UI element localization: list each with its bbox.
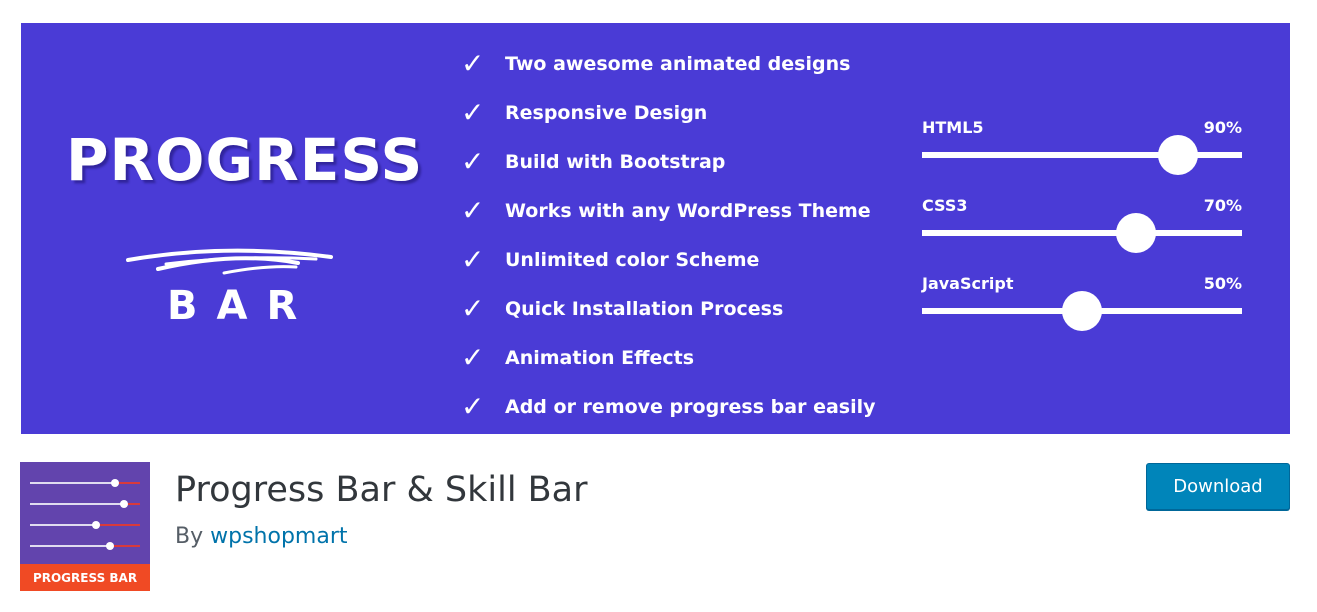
- feature-text: Responsive Design: [505, 101, 708, 124]
- feature-text: Quick Installation Process: [505, 297, 784, 320]
- feature-item: ✓ Unlimited color Scheme: [461, 235, 876, 284]
- skill-knob[interactable]: [1062, 291, 1102, 331]
- skill-bars: HTML5 90% CSS3 70% JavaScript 50%: [922, 118, 1242, 352]
- banner-logo-title: PROGRESS: [66, 126, 424, 194]
- feature-list: ✓ Two awesome animated designs ✓ Responsive…: [461, 39, 876, 431]
- skill-track: [922, 230, 1242, 236]
- skill-value: 70%: [1203, 196, 1242, 215]
- skill-header: HTML5 90%: [922, 118, 1242, 137]
- icon-bar-knob: [110, 479, 119, 487]
- feature-text: Works with any WordPress Theme: [505, 199, 871, 222]
- feature-item: ✓ Two awesome animated designs: [461, 39, 876, 88]
- skill-label: HTML5: [922, 118, 984, 137]
- check-icon: ✓: [461, 390, 485, 423]
- icon-bar-knob: [92, 521, 100, 529]
- author-link[interactable]: wpshopmart: [210, 524, 347, 549]
- skill-label: JavaScript: [922, 274, 1014, 293]
- skill-label: CSS3: [922, 196, 968, 215]
- icon-bar-track: [30, 545, 140, 547]
- plugin-icon-label: PROGRESS BAR: [20, 564, 150, 591]
- icon-bar-track: [30, 482, 140, 484]
- feature-item: ✓ Quick Installation Process: [461, 284, 876, 333]
- plugin-title: Progress Bar & Skill Bar: [175, 470, 588, 510]
- feature-text: Add or remove progress bar easily: [505, 395, 876, 418]
- plugin-author: By wpshopmart: [175, 524, 348, 549]
- check-icon: ✓: [461, 243, 485, 276]
- swoosh-icon: [126, 248, 333, 275]
- download-button[interactable]: Download: [1146, 463, 1290, 510]
- skill-header: CSS3 70%: [922, 196, 1242, 215]
- icon-bar-knob: [119, 500, 128, 508]
- feature-item: ✓ Build with Bootstrap: [461, 137, 876, 186]
- check-icon: ✓: [461, 96, 485, 129]
- feature-text: Unlimited color Scheme: [505, 248, 760, 271]
- check-icon: ✓: [461, 194, 485, 227]
- skill-knob[interactable]: [1116, 213, 1157, 253]
- skill-bar: CSS3 70%: [922, 196, 1242, 274]
- feature-text: Animation Effects: [505, 346, 695, 369]
- plugin-icon: PROGRESS BAR: [20, 462, 150, 591]
- skill-bar: HTML5 90%: [922, 118, 1242, 196]
- check-icon: ✓: [461, 292, 485, 325]
- skill-value: 90%: [1203, 118, 1242, 137]
- author-prefix: By: [175, 524, 204, 549]
- feature-text: Two awesome animated designs: [505, 52, 851, 75]
- icon-bar-knob: [106, 542, 115, 550]
- check-icon: ✓: [461, 341, 485, 374]
- banner-logo-subtitle: BAR: [167, 283, 317, 329]
- check-icon: ✓: [461, 145, 485, 178]
- plugin-banner: PROGRESS BAR ✓ Two awesome animated desig…: [21, 23, 1290, 434]
- skill-bar: JavaScript 50%: [922, 274, 1242, 352]
- skill-knob[interactable]: [1158, 135, 1198, 175]
- feature-text: Build with Bootstrap: [505, 150, 726, 173]
- feature-item: ✓ Responsive Design: [461, 88, 876, 137]
- skill-value: 50%: [1203, 274, 1242, 293]
- feature-item: ✓ Works with any WordPress Theme: [461, 186, 876, 235]
- icon-bar-track: [30, 524, 140, 526]
- check-icon: ✓: [461, 47, 485, 80]
- feature-item: ✓ Animation Effects: [461, 333, 876, 382]
- feature-item: ✓ Add or remove progress bar easily: [461, 382, 876, 431]
